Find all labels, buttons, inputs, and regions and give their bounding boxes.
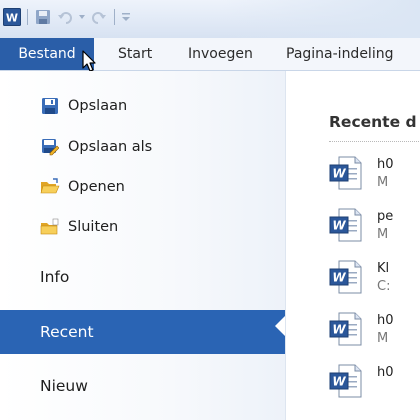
- svg-text:W: W: [6, 12, 18, 25]
- title-bar-fade: [220, 0, 420, 38]
- tab-start[interactable]: Start: [118, 38, 152, 70]
- svg-text:W: W: [332, 219, 346, 233]
- tab-pagina-indeling[interactable]: Pagina-indeling: [286, 38, 393, 70]
- dropdown-arrow-icon[interactable]: [77, 7, 87, 27]
- document-name: h0: [377, 313, 394, 328]
- toolbar-separator: [27, 9, 28, 25]
- nav-opslaan-als[interactable]: Opslaan als: [0, 132, 285, 162]
- toolbar-separator: [114, 9, 115, 25]
- recent-document-item[interactable]: W h0 M: [329, 155, 420, 199]
- word-document-icon: W: [329, 155, 363, 195]
- nav-openen-label: Openen: [68, 179, 125, 195]
- svg-text:W: W: [332, 375, 346, 389]
- document-name: pe: [377, 209, 394, 224]
- nav-opslaan[interactable]: Opslaan: [0, 91, 285, 121]
- document-name: Kl: [377, 261, 390, 276]
- close-folder-icon: [40, 217, 60, 237]
- tab-invoegen[interactable]: Invoegen: [188, 38, 253, 70]
- svg-text:W: W: [332, 271, 346, 285]
- nav-info[interactable]: Info: [0, 255, 285, 299]
- nav-sluiten-label: Sluiten: [68, 219, 119, 235]
- nav-openen[interactable]: Openen: [0, 172, 285, 202]
- word-app-icon[interactable]: W: [2, 7, 22, 27]
- nav-opslaan-label: Opslaan: [68, 98, 128, 114]
- save-as-icon: [40, 137, 60, 157]
- document-name: h0: [377, 365, 394, 380]
- undo-icon[interactable]: [55, 7, 75, 27]
- redo-icon[interactable]: [89, 7, 109, 27]
- svg-text:W: W: [332, 167, 346, 181]
- svg-text:W: W: [332, 323, 346, 337]
- document-path: M: [377, 227, 389, 242]
- nav-sluiten[interactable]: Sluiten: [0, 212, 285, 242]
- recent-document-item[interactable]: W pe M: [329, 207, 420, 251]
- recent-documents-panel: Recente d W h0 M W pe M W Kl C: W h0 M W…: [285, 71, 420, 420]
- document-path: M: [377, 331, 389, 346]
- save-icon: [40, 96, 60, 116]
- word-document-icon: W: [329, 259, 363, 299]
- nav-opslaan-als-label: Opslaan als: [68, 139, 153, 155]
- document-path: C:: [377, 279, 391, 294]
- open-folder-icon: [40, 177, 60, 197]
- recent-document-item[interactable]: W h0: [329, 363, 420, 407]
- save-icon[interactable]: [33, 7, 53, 27]
- word-document-icon: W: [329, 311, 363, 351]
- tab-bestand[interactable]: Bestand: [0, 38, 94, 70]
- document-name: h0: [377, 157, 394, 172]
- quick-access-toolbar: W: [2, 4, 132, 30]
- nav-nieuw[interactable]: Nieuw: [0, 364, 285, 408]
- word-document-icon: W: [329, 363, 363, 403]
- ribbon-tab-row: Bestand Start Invoegen Pagina-indeling: [0, 38, 420, 71]
- title-bar: W: [0, 0, 420, 39]
- customize-toolbar-icon[interactable]: [120, 7, 132, 27]
- recent-document-item[interactable]: W Kl C:: [329, 259, 420, 303]
- word-document-icon: W: [329, 207, 363, 247]
- section-divider: [329, 141, 420, 142]
- backstage-nav: Opslaan Opslaan als Openen Sluiten Info …: [0, 71, 285, 420]
- document-path: M: [377, 175, 389, 190]
- section-title: Recente d: [329, 113, 417, 131]
- recent-document-item[interactable]: W h0 M: [329, 311, 420, 355]
- nav-recent[interactable]: Recent: [0, 310, 285, 354]
